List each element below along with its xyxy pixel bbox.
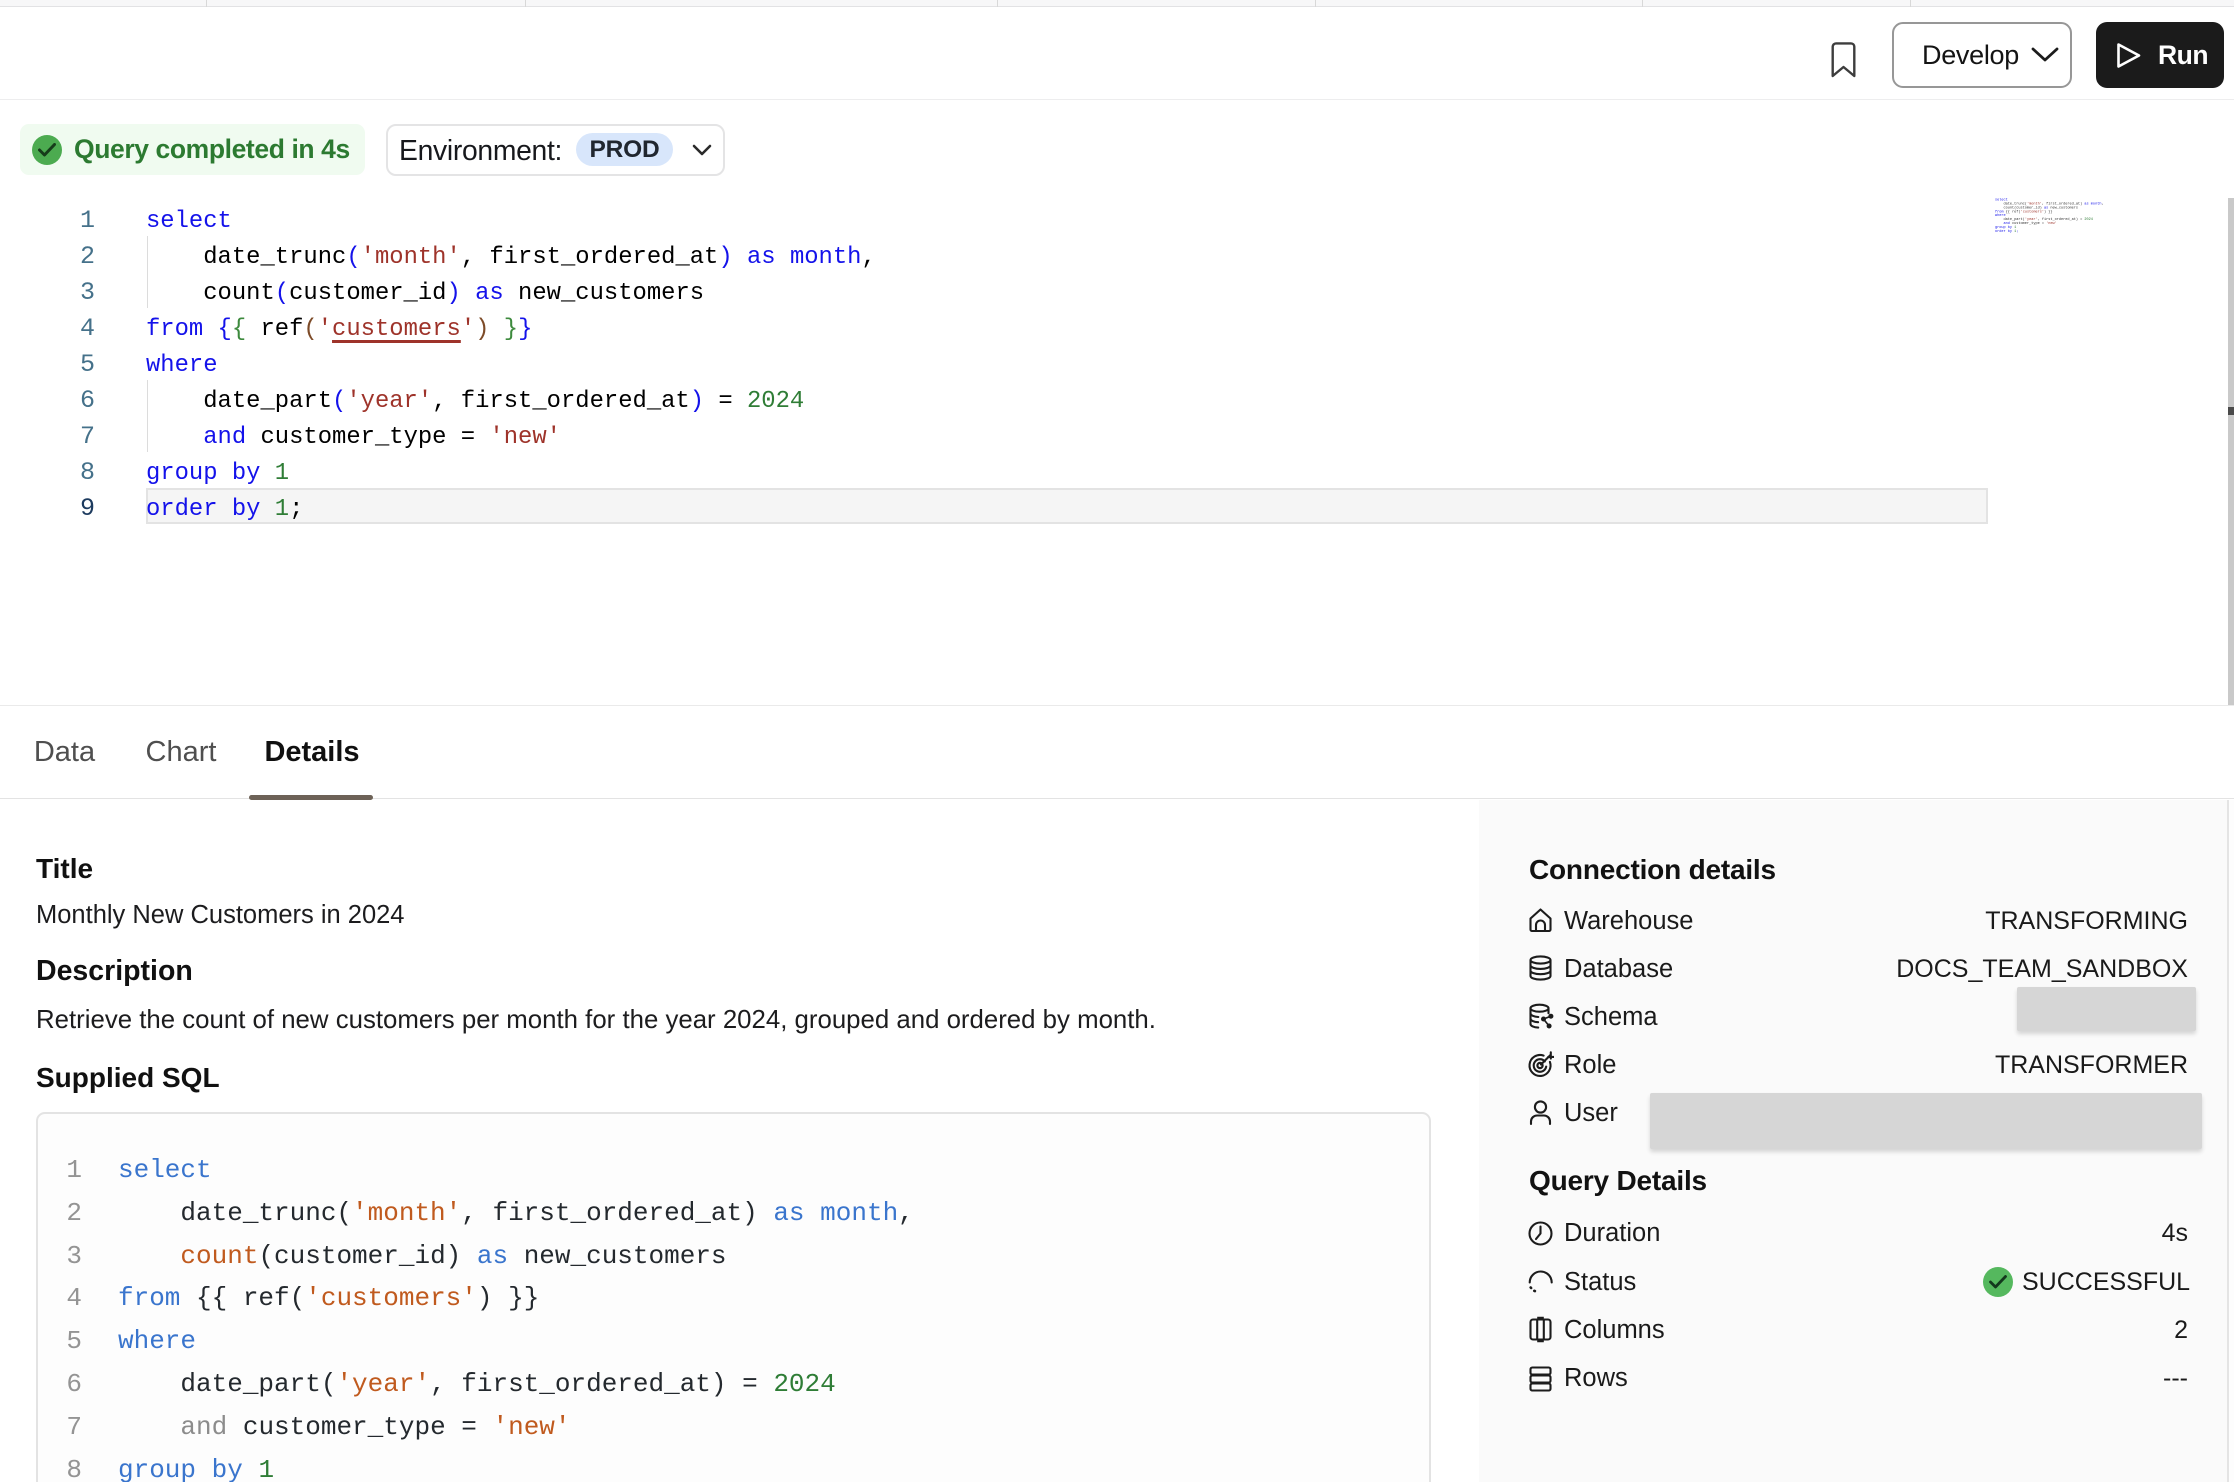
svg-text:date_part('year', first_ordere: date_part('year', first_ordered_at) = 20… (1995, 217, 2093, 222)
svg-text:group by 1: group by 1 (1995, 225, 2016, 230)
svg-text:select: select (1995, 198, 2008, 203)
svg-text:order by 1;: order by 1; (1995, 229, 2018, 234)
svg-text:date_trunc('month', first_orde: date_trunc('month', first_ordered_at) as… (1995, 201, 2104, 206)
svg-text:count(customer_id) as new_cust: count(customer_id) as new_customers (1995, 205, 2078, 210)
svg-text:from {{ ref('customers') }}: from {{ ref('customers') }} (1995, 209, 2053, 214)
svg-text:where: where (1995, 213, 2006, 218)
svg-text:and customer_type = 'new': and customer_type = 'new' (1995, 221, 2057, 226)
